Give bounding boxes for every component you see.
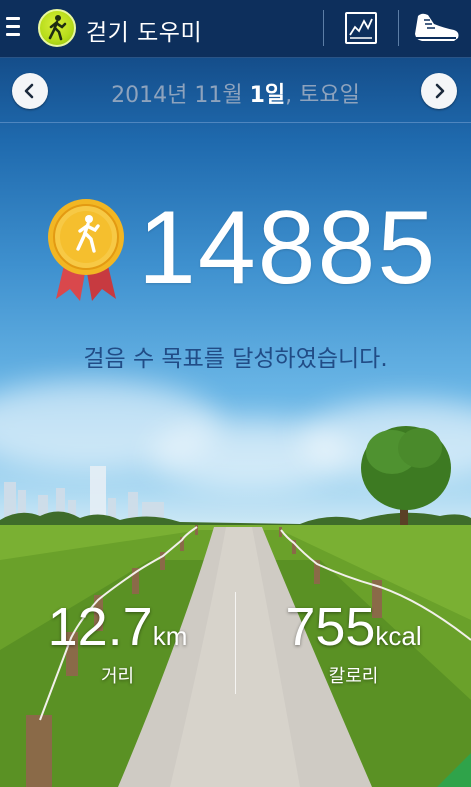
distance-unit: km [152, 621, 188, 651]
chevron-right-icon [435, 83, 445, 99]
chart-icon [349, 18, 373, 39]
menu-icon[interactable] [6, 14, 22, 42]
date-label: 2014년 11월 1일, 토요일 [0, 77, 471, 109]
chart-button[interactable] [345, 12, 377, 44]
gold-medal-icon [44, 197, 128, 305]
goal-message: 걸음 수 목표를 달성하였습니다. [83, 346, 388, 372]
date-year-month: 2014년 11월 [111, 83, 250, 108]
next-day-button[interactable] [421, 73, 457, 109]
distance-value: 12.7 [47, 597, 153, 657]
corner-tab-icon[interactable] [437, 753, 471, 787]
calories-stat: 755kcal 칼로리 [236, 600, 471, 688]
date-bar: 2014년 11월 1일, 토요일 [0, 59, 471, 123]
app-title: 걷기 도우미 [86, 20, 203, 46]
distance-stat: 12.7km 거리 [0, 600, 235, 688]
calories-unit: kcal [375, 621, 422, 651]
shoe-button[interactable] [410, 8, 462, 50]
date-day: 1일 [249, 83, 286, 108]
distance-label: 거리 [100, 666, 135, 687]
walker-icon [38, 9, 76, 47]
date-weekday: , 토요일 [285, 83, 360, 108]
divider [323, 10, 324, 46]
divider [398, 10, 399, 46]
shoe-icon [415, 13, 459, 41]
calories-value: 755 [285, 597, 376, 657]
step-count: 14885 [138, 190, 438, 306]
calories-label: 칼로리 [328, 666, 379, 687]
app-bar: 걷기 도우미 [0, 0, 471, 58]
